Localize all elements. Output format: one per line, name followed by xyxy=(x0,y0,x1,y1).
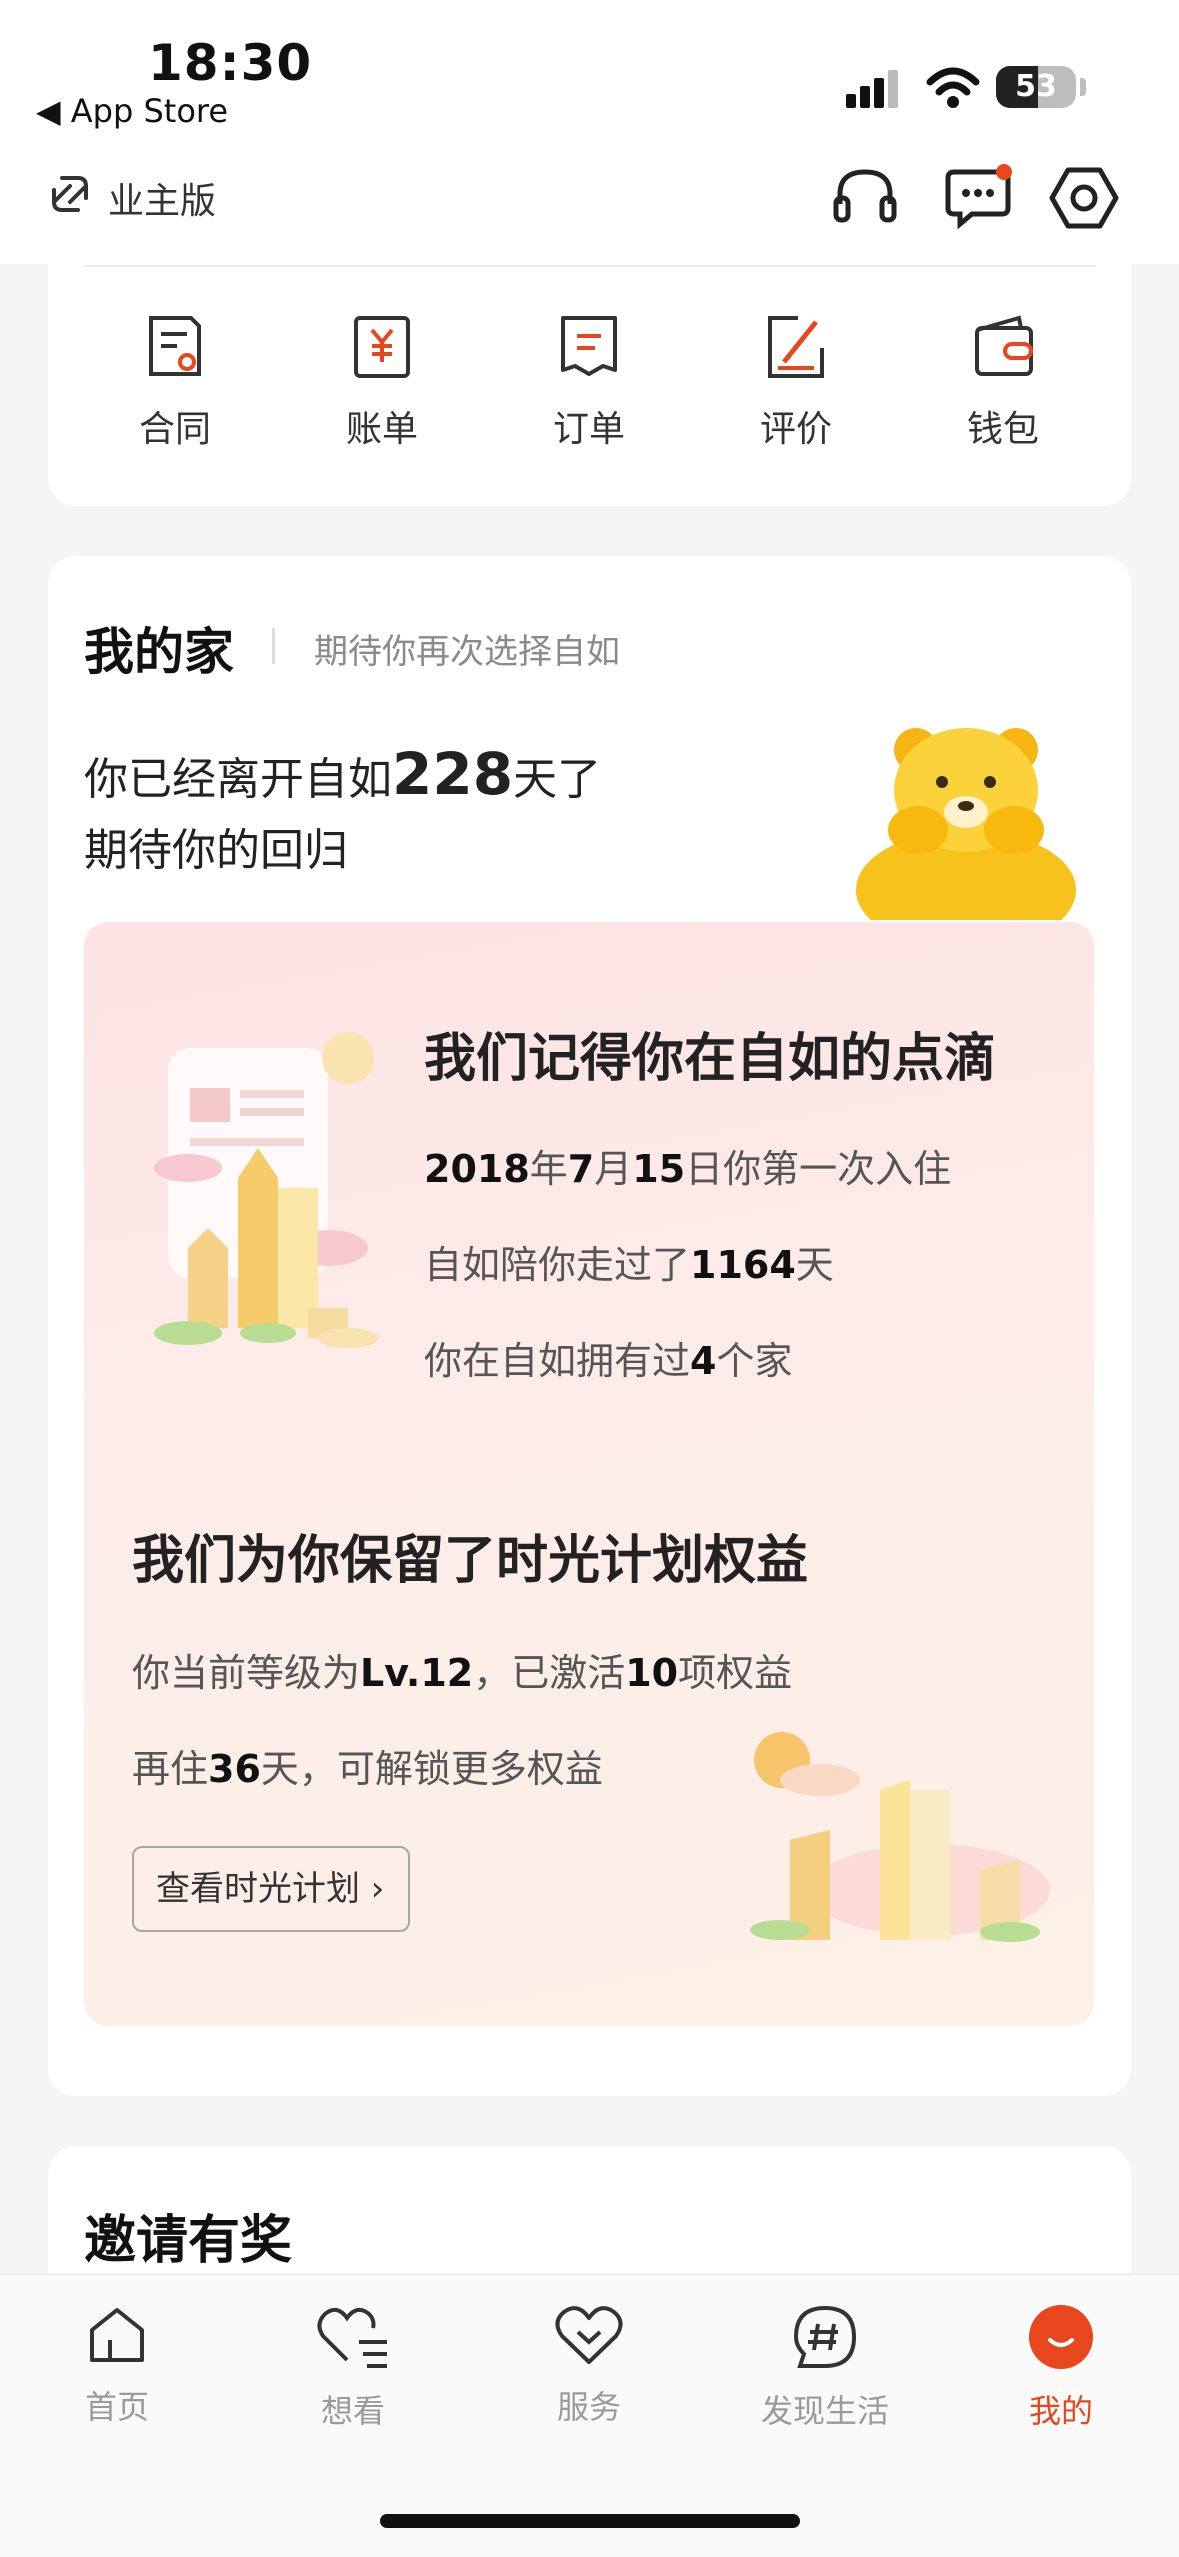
profile-icon xyxy=(1029,2305,1093,2369)
signal-icon xyxy=(846,70,898,108)
quick-action-wallet[interactable]: 钱包 xyxy=(928,312,1078,452)
divider xyxy=(84,265,1096,267)
quick-action-label: 合同 xyxy=(138,409,211,450)
wallet-icon xyxy=(975,315,1033,376)
discover-icon xyxy=(793,2305,857,2368)
settings-icon[interactable] xyxy=(1046,160,1122,236)
section-title: 我的家 xyxy=(84,623,234,681)
title-separator xyxy=(272,628,275,664)
tab-label: 服务 xyxy=(556,2388,621,2426)
quick-action-review[interactable]: 评价 xyxy=(721,312,871,452)
unlock-line: 再住36天，可解锁更多权益 xyxy=(132,1747,603,1791)
tab-label: 首页 xyxy=(84,2388,149,2426)
review-icon xyxy=(768,316,824,378)
home-icon xyxy=(90,2308,144,2362)
left-days-count: 228 xyxy=(392,740,514,808)
wishlist-icon xyxy=(317,2307,387,2368)
left-days-line: 你已经离开自如228天了 xyxy=(84,740,602,808)
tab-label: 想看 xyxy=(320,2392,385,2430)
city-illustration-2 xyxy=(750,1732,1050,1942)
status-time: 18:30 xyxy=(148,34,313,92)
battery-cap xyxy=(1080,78,1086,96)
city-illustration xyxy=(154,1032,378,1348)
homes-count-line: 你在自如拥有过4个家 xyxy=(424,1339,793,1383)
days-together-line: 自如陪你走过了1164天 xyxy=(424,1243,834,1287)
benefits-title: 我们为你保留了时光计划权益 xyxy=(132,1531,809,1591)
quick-action-label: 订单 xyxy=(552,409,625,450)
quick-action-bill[interactable]: 账单 xyxy=(307,312,457,452)
quick-action-label: 钱包 xyxy=(966,409,1039,450)
owner-version-label[interactable]: 业主版 xyxy=(108,172,216,224)
battery-level: 53 xyxy=(1015,69,1057,104)
bear-mascot-illustration xyxy=(856,728,1076,920)
service-icon xyxy=(555,2306,623,2364)
quick-action-label: 账单 xyxy=(345,409,418,450)
tab-label: 我的 xyxy=(1028,2392,1093,2430)
tab-home[interactable]: 首页 xyxy=(22,2302,212,2428)
tab-label: 发现生活 xyxy=(760,2392,889,2430)
invite-title[interactable]: 邀请有奖 xyxy=(84,2198,292,2273)
tab-profile[interactable]: 我的 xyxy=(966,2302,1156,2432)
contract-icon xyxy=(149,316,201,376)
battery-icon: 53 xyxy=(996,66,1076,108)
return-line: 期待你的回归 xyxy=(84,825,348,876)
home-indicator xyxy=(380,2514,800,2528)
level-line: 你当前等级为Lv.12，已激活10项权益 xyxy=(132,1651,793,1695)
view-time-plan-button[interactable]: 查看时光计划 › xyxy=(132,1846,410,1932)
wifi-icon xyxy=(926,67,980,108)
tab-discover[interactable]: 发现生活 xyxy=(730,2302,920,2432)
back-to-app-store[interactable]: ◀ App Store xyxy=(36,92,228,130)
quick-action-order[interactable]: 订单 xyxy=(514,312,664,452)
first-move-in-line: 2018年7月15日你第一次入住 xyxy=(424,1147,952,1191)
quick-action-label: 评价 xyxy=(759,409,832,450)
quick-action-contract[interactable]: 合同 xyxy=(100,312,250,452)
tab-service[interactable]: 服务 xyxy=(494,2302,684,2428)
tab-wishlist[interactable]: 想看 xyxy=(258,2302,448,2432)
order-icon xyxy=(561,316,617,376)
bill-icon xyxy=(354,316,410,378)
section-subtitle: 期待你再次选择自如 xyxy=(314,632,620,672)
headset-icon[interactable] xyxy=(830,160,900,236)
switch-icon[interactable] xyxy=(44,168,96,220)
memories-title: 我们记得你在自如的点滴 xyxy=(424,1029,997,1089)
message-icon[interactable] xyxy=(940,160,1016,236)
